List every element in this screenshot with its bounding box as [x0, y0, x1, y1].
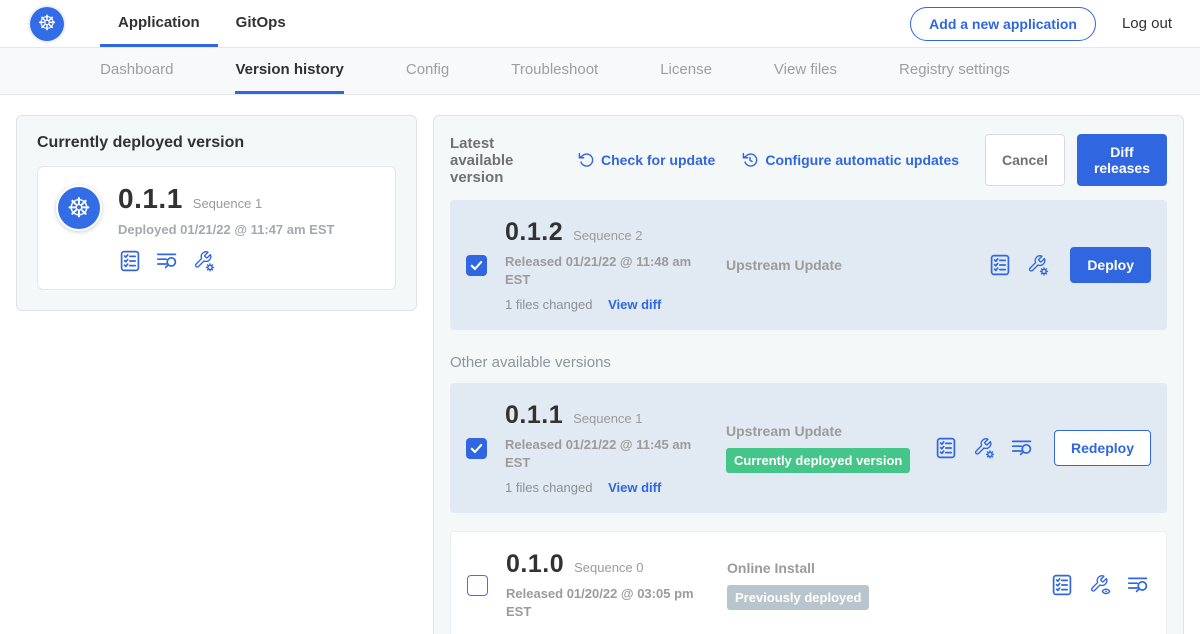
latest-version-title: Latest available version — [450, 135, 561, 186]
top-nav-spacer — [304, 0, 910, 47]
latest-version-header: Latest available version Check for updat… — [450, 134, 1167, 186]
top-tab-application[interactable]: Application — [100, 0, 218, 47]
top-tab-application-label: Application — [118, 14, 200, 31]
preflight-checks-icon[interactable] — [988, 253, 1012, 277]
version-source-block: Upstream Update — [726, 257, 970, 273]
check-for-update-label: Check for update — [601, 152, 715, 168]
redeploy-button[interactable]: Redeploy — [1054, 430, 1151, 466]
tab-registry-settings[interactable]: Registry settings — [899, 48, 1010, 94]
brand: ☸ — [30, 0, 64, 47]
version-0-1-1-details: 0.1.1 Sequence 1 Released 01/21/22 @ 11:… — [505, 401, 708, 495]
deploy-logs-icon[interactable] — [1010, 436, 1034, 460]
tab-config[interactable]: Config — [406, 48, 449, 94]
released-timestamp: Released 01/21/22 @ 11:45 am EST — [505, 436, 703, 471]
preflight-checks-icon[interactable] — [1050, 573, 1074, 597]
version-row-actions: Deploy — [988, 247, 1151, 283]
edit-config-icon[interactable] — [972, 436, 996, 460]
tab-license[interactable]: License — [660, 48, 712, 94]
other-versions-title: Other available versions — [450, 354, 1167, 371]
currently-deployed-card: Currently deployed version ☸ 0.1.1 Seque… — [16, 115, 417, 311]
files-changed-label: 1 files changed — [505, 297, 592, 312]
add-new-application-button[interactable]: Add a new application — [910, 7, 1096, 41]
deploy-logs-icon[interactable] — [155, 249, 179, 273]
version-source-block: Online Install Previously deployed — [727, 560, 1032, 610]
deployed-sequence-label: Sequence 1 — [193, 196, 262, 211]
currently-deployed-title: Currently deployed version — [37, 134, 396, 152]
checkmark-icon — [469, 441, 484, 456]
view-config-icon[interactable] — [1088, 573, 1112, 597]
version-row-0-1-1: 0.1.1 Sequence 1 Released 01/21/22 @ 11:… — [450, 383, 1167, 513]
configure-automatic-updates-link[interactable]: Configure automatic updates — [741, 151, 959, 169]
check-for-update-link[interactable]: Check for update — [577, 151, 715, 169]
version-history-card: Latest available version Check for updat… — [433, 115, 1184, 634]
version-0-1-2-checkbox[interactable] — [466, 255, 487, 276]
top-tab-gitops-label: GitOps — [236, 14, 286, 31]
version-source-block: Upstream Update Currently deployed versi… — [726, 423, 916, 473]
configure-automatic-updates-label: Configure automatic updates — [765, 152, 959, 168]
released-timestamp: Released 01/20/22 @ 03:05 pm EST — [506, 585, 704, 620]
sequence-label: Sequence 2 — [573, 228, 642, 243]
kubernetes-logo-icon: ☸ — [30, 7, 64, 41]
top-tab-gitops[interactable]: GitOps — [218, 0, 304, 47]
previously-deployed-badge: Previously deployed — [727, 585, 869, 610]
files-changed-label: 1 files changed — [505, 480, 592, 495]
currently-deployed-badge: Currently deployed version — [726, 448, 910, 473]
version-0-1-0-checkbox[interactable] — [467, 575, 488, 596]
schedule-update-icon — [741, 151, 759, 169]
tab-troubleshoot[interactable]: Troubleshoot — [511, 48, 598, 94]
cancel-button[interactable]: Cancel — [985, 134, 1065, 186]
tab-version-history[interactable]: Version history — [235, 48, 343, 94]
deploy-button[interactable]: Deploy — [1070, 247, 1151, 283]
view-diff-link[interactable]: View diff — [608, 480, 661, 495]
sequence-label: Sequence 0 — [574, 560, 643, 575]
version-0-1-1-checkbox[interactable] — [466, 438, 487, 459]
edit-config-icon[interactable] — [192, 249, 216, 273]
version-source-label: Upstream Update — [726, 423, 916, 439]
edit-config-icon[interactable] — [1026, 253, 1050, 277]
version-row-0-1-2: 0.1.2 Sequence 2 Released 01/21/22 @ 11:… — [450, 200, 1167, 330]
tab-dashboard[interactable]: Dashboard — [100, 48, 173, 94]
version-source-label: Online Install — [727, 560, 1032, 576]
version-row-actions: Redeploy — [934, 430, 1151, 466]
sequence-label: Sequence 1 — [573, 411, 642, 426]
deployed-timestamp: Deployed 01/21/22 @ 11:47 am EST — [118, 222, 334, 237]
app-sub-nav: Dashboard Version history Config Trouble… — [0, 48, 1200, 95]
top-nav: ☸ Application GitOps Add a new applicati… — [0, 0, 1200, 48]
main-content: Currently deployed version ☸ 0.1.1 Seque… — [0, 95, 1200, 634]
version-number: 0.1.2 — [505, 218, 563, 247]
released-timestamp: Released 01/21/22 @ 11:48 am EST — [505, 253, 703, 288]
view-diff-link[interactable]: View diff — [608, 297, 661, 312]
app-kubernetes-icon: ☸ — [56, 185, 102, 231]
deployed-version-number: 0.1.1 — [118, 183, 183, 215]
deploy-logs-icon[interactable] — [1126, 573, 1150, 597]
version-row-actions — [1050, 573, 1150, 597]
version-number: 0.1.1 — [505, 401, 563, 430]
version-source-label: Upstream Update — [726, 257, 970, 273]
version-0-1-2-details: 0.1.2 Sequence 2 Released 01/21/22 @ 11:… — [505, 218, 708, 312]
tab-view-files[interactable]: View files — [774, 48, 837, 94]
logout-button[interactable]: Log out — [1122, 0, 1172, 47]
diff-releases-button[interactable]: Diff releases — [1077, 134, 1167, 186]
version-0-1-0-details: 0.1.0 Sequence 0 Released 01/20/22 @ 03:… — [506, 550, 709, 620]
currently-deployed-version-panel: ☸ 0.1.1 Sequence 1 Deployed 01/21/22 @ 1… — [37, 166, 396, 290]
version-row-0-1-0: 0.1.0 Sequence 0 Released 01/20/22 @ 03:… — [450, 531, 1167, 634]
refresh-icon — [577, 151, 595, 169]
version-number: 0.1.0 — [506, 550, 564, 579]
checkmark-icon — [469, 258, 484, 273]
preflight-checks-icon[interactable] — [934, 436, 958, 460]
deployed-version-details: 0.1.1 Sequence 1 Deployed 01/21/22 @ 11:… — [118, 183, 334, 273]
preflight-checks-icon[interactable] — [118, 249, 142, 273]
